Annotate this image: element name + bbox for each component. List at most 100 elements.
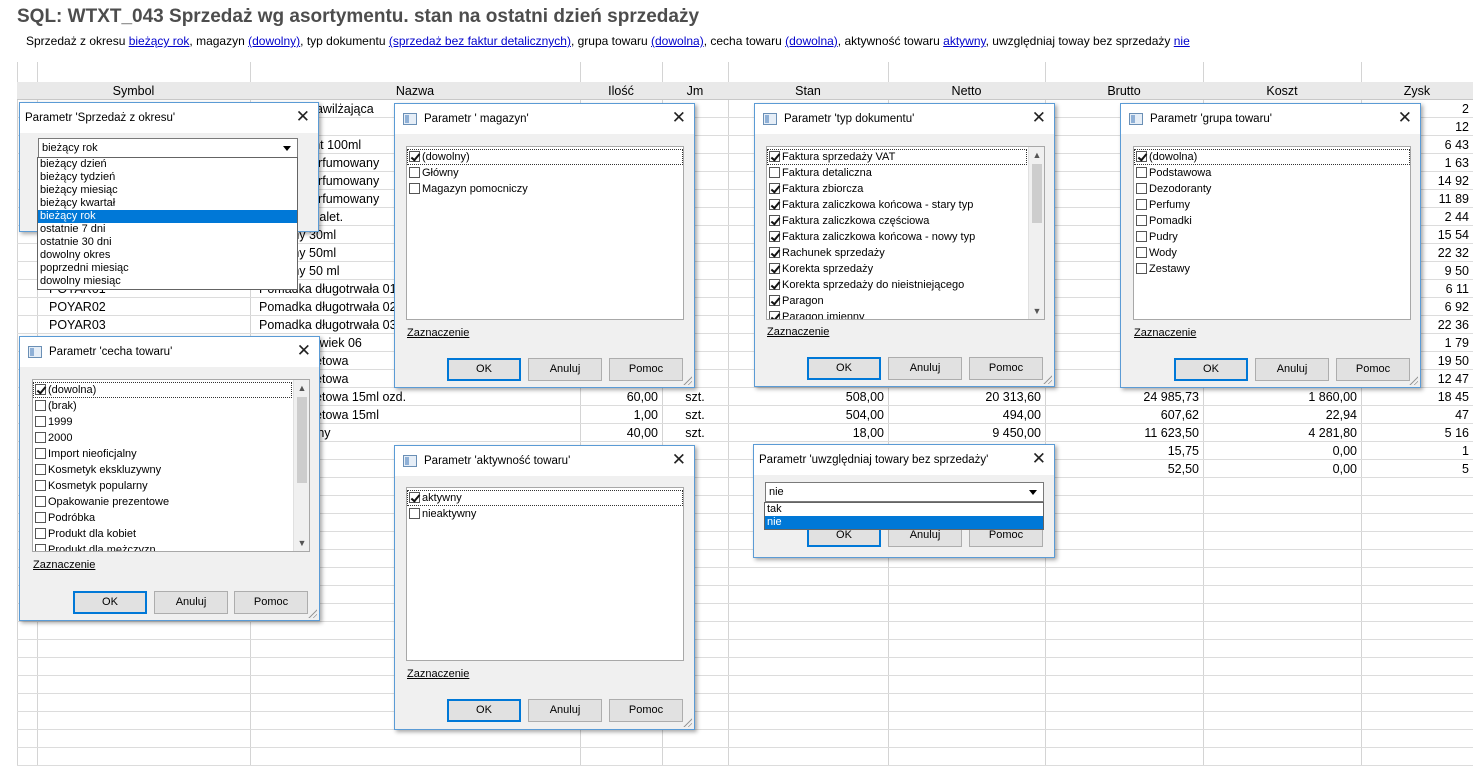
list-item[interactable]: Faktura detaliczna bbox=[767, 165, 1027, 181]
dropdown-option[interactable]: bieżący tydzień bbox=[38, 171, 297, 184]
scrollbar[interactable]: ▲ ▼ bbox=[293, 380, 309, 551]
column-header[interactable]: Stan bbox=[728, 82, 888, 100]
zaznaczenie-link[interactable]: Zaznaczenie bbox=[407, 327, 469, 339]
chevron-down-icon[interactable] bbox=[283, 146, 291, 151]
list-item[interactable]: Dezodoranty bbox=[1134, 181, 1410, 197]
cancel-button[interactable]: Anuluj bbox=[1255, 358, 1329, 381]
list-item[interactable]: (dowolna) bbox=[1134, 149, 1410, 165]
checkbox[interactable] bbox=[769, 231, 780, 242]
list-item[interactable]: Faktura zbiorcza bbox=[767, 181, 1027, 197]
help-button[interactable]: Pomoc bbox=[969, 357, 1043, 380]
list-item[interactable]: 1999 bbox=[33, 414, 292, 430]
checkbox[interactable] bbox=[1136, 199, 1147, 210]
dropdown-option[interactable]: tak bbox=[765, 503, 1043, 516]
list-item[interactable]: Paragon imienny bbox=[767, 309, 1027, 319]
list-item[interactable]: Pudry bbox=[1134, 229, 1410, 245]
checkbox[interactable] bbox=[769, 183, 780, 194]
table-row[interactable] bbox=[17, 694, 1473, 712]
checkbox[interactable] bbox=[1136, 183, 1147, 194]
help-button[interactable]: Pomoc bbox=[1336, 358, 1410, 381]
zaznaczenie-link[interactable]: Zaznaczenie bbox=[767, 326, 829, 338]
checkbox[interactable] bbox=[409, 167, 420, 178]
parameter-link[interactable]: (dowolna) bbox=[651, 34, 704, 48]
list-item[interactable]: Import nieoficjalny bbox=[33, 446, 292, 462]
table-row[interactable] bbox=[17, 622, 1473, 640]
column-header[interactable]: Brutto bbox=[1045, 82, 1203, 100]
checkbox[interactable] bbox=[769, 167, 780, 178]
checkbox[interactable] bbox=[769, 199, 780, 210]
okres-combobox[interactable]: bieżący rok bbox=[38, 138, 298, 158]
list-item[interactable]: 2000 bbox=[33, 430, 292, 446]
parameter-link[interactable]: (dowolny) bbox=[248, 34, 300, 48]
list-item[interactable]: Korekta sprzedaży bbox=[767, 261, 1027, 277]
list-item[interactable]: nieaktywny bbox=[407, 506, 683, 522]
list-item[interactable]: Faktura zaliczkowa końcowa - nowy typ bbox=[767, 229, 1027, 245]
ok-button[interactable]: OK bbox=[1174, 358, 1248, 381]
checkbox[interactable] bbox=[769, 247, 780, 258]
checkbox[interactable] bbox=[409, 183, 420, 194]
list-item[interactable]: Opakowanie prezentowe bbox=[33, 494, 292, 510]
table-row[interactable] bbox=[17, 676, 1473, 694]
column-header[interactable]: Koszt bbox=[1203, 82, 1361, 100]
checkbox[interactable] bbox=[409, 508, 420, 519]
help-button[interactable]: Pomoc bbox=[234, 591, 308, 614]
column-header[interactable]: Jm bbox=[662, 82, 728, 100]
list-item[interactable]: Kosmetyk ekskluzywny bbox=[33, 462, 292, 478]
ok-button[interactable]: OK bbox=[447, 358, 521, 381]
list-item[interactable]: Perfumy bbox=[1134, 197, 1410, 213]
column-header[interactable]: Symbol bbox=[17, 82, 250, 100]
resize-grip[interactable] bbox=[1042, 374, 1052, 384]
dropdown-option[interactable]: bieżący miesiąc bbox=[38, 184, 297, 197]
scrollbar[interactable]: ▲ ▼ bbox=[1028, 147, 1044, 319]
dropdown-option[interactable]: bieżący kwartał bbox=[38, 197, 297, 210]
list-item[interactable]: Pomadki bbox=[1134, 213, 1410, 229]
dropdown-option[interactable]: ostatnie 7 dni bbox=[38, 223, 297, 236]
dropdown-option[interactable]: bieżący rok bbox=[38, 210, 297, 223]
list-item[interactable]: Rachunek sprzedaży bbox=[767, 245, 1027, 261]
resize-grip[interactable] bbox=[682, 375, 692, 385]
list-item[interactable]: Faktura zaliczkowa częściowa bbox=[767, 213, 1027, 229]
close-icon[interactable]: ✕ bbox=[296, 107, 310, 127]
checkbox[interactable] bbox=[35, 464, 46, 475]
list-item[interactable]: Magazyn pomocniczy bbox=[407, 181, 683, 197]
list-item[interactable]: Podróbka bbox=[33, 510, 292, 526]
uwzgledniaj-combobox[interactable]: nie bbox=[765, 482, 1044, 502]
resize-grip[interactable] bbox=[682, 717, 692, 727]
table-row[interactable] bbox=[17, 730, 1473, 748]
scrollbar-thumb[interactable] bbox=[297, 397, 307, 483]
checkbox[interactable] bbox=[35, 480, 46, 491]
chevron-up-icon[interactable]: ▲ bbox=[294, 380, 309, 396]
close-icon[interactable]: ✕ bbox=[297, 341, 311, 361]
column-header[interactable]: Zysk bbox=[1361, 82, 1473, 100]
zaznaczenie-link[interactable]: Zaznaczenie bbox=[407, 668, 469, 680]
list-item[interactable]: Zestawy bbox=[1134, 261, 1410, 277]
checkbox[interactable] bbox=[1136, 167, 1147, 178]
close-icon[interactable]: ✕ bbox=[672, 450, 686, 470]
table-row[interactable] bbox=[17, 712, 1473, 730]
table-row[interactable] bbox=[17, 640, 1473, 658]
table-row[interactable] bbox=[17, 748, 1473, 766]
close-icon[interactable]: ✕ bbox=[1398, 108, 1412, 128]
column-header[interactable]: Nazwa bbox=[250, 82, 580, 100]
checkbox[interactable] bbox=[769, 311, 780, 319]
list-item[interactable]: Faktura sprzedaży VAT bbox=[767, 149, 1027, 165]
checkbox[interactable] bbox=[35, 384, 46, 395]
chevron-down-icon[interactable] bbox=[1029, 490, 1037, 495]
table-row[interactable] bbox=[17, 658, 1473, 676]
chevron-down-icon[interactable]: ▼ bbox=[1029, 303, 1044, 319]
cancel-button[interactable]: Anuluj bbox=[888, 357, 962, 380]
dropdown-option[interactable]: poprzedni miesiąc bbox=[38, 262, 297, 275]
list-item[interactable]: Wody bbox=[1134, 245, 1410, 261]
list-item[interactable]: Produkt dla kobiet bbox=[33, 526, 292, 542]
list-item[interactable]: Kosmetyk popularny bbox=[33, 478, 292, 494]
list-item[interactable]: Podstawowa bbox=[1134, 165, 1410, 181]
zaznaczenie-link[interactable]: Zaznaczenie bbox=[33, 559, 95, 571]
scrollbar-thumb[interactable] bbox=[1032, 164, 1042, 223]
close-icon[interactable]: ✕ bbox=[672, 108, 686, 128]
parameter-link[interactable]: bieżący rok bbox=[129, 34, 190, 48]
resize-grip[interactable] bbox=[307, 608, 317, 618]
checkbox[interactable] bbox=[1136, 215, 1147, 226]
list-item[interactable]: aktywny bbox=[407, 490, 683, 506]
checkbox[interactable] bbox=[35, 544, 46, 551]
checkbox[interactable] bbox=[35, 496, 46, 507]
